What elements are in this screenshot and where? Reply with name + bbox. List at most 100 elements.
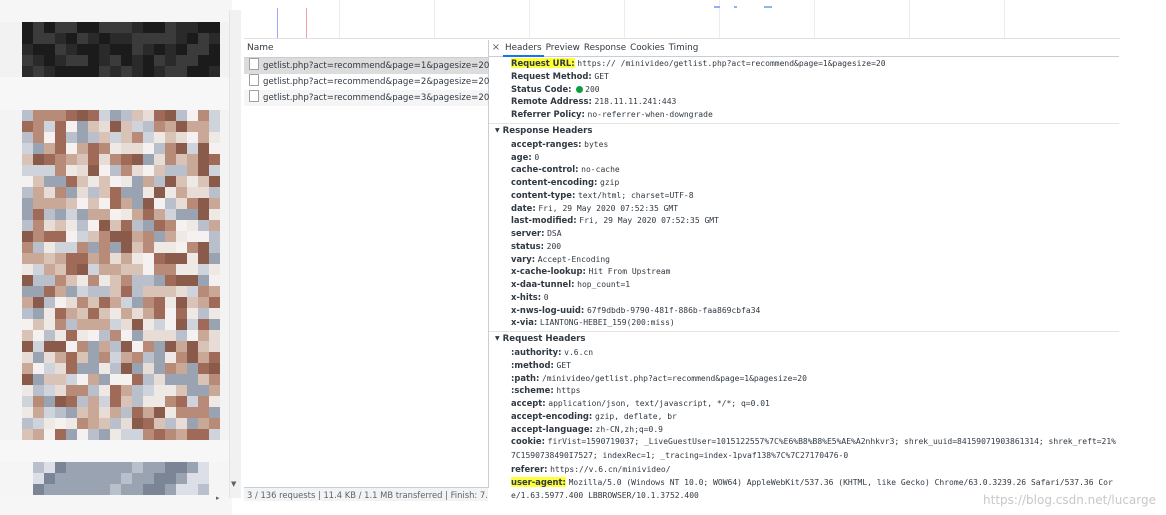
preview-pixel [165,209,176,220]
preview-pixel [154,506,165,515]
preview-pixel [187,275,198,286]
tab-timing[interactable]: Timing [667,40,701,56]
request-row[interactable]: getlist.php?act=recommend&page=3&pagesiz… [244,90,489,106]
preview-pixel [99,66,110,77]
preview-pixel [77,121,88,132]
preview-pixel [132,429,143,440]
header-row: accept-language: zh-CN,zh;q=0.9 [489,423,1119,436]
preview-pixel [132,451,143,462]
preview-pixel [110,275,121,286]
preview-pixel [165,55,176,66]
preview-pixel [66,176,77,187]
preview-pixel [154,33,165,44]
preview-pixel [143,176,154,187]
preview-pixel [187,319,198,330]
preview-pixel [143,385,154,396]
preview-pixel [187,352,198,363]
preview-pixel [209,506,220,515]
preview-pixel [132,473,143,484]
preview-pixel [121,495,132,506]
preview-pixel [198,330,209,341]
tab-headers[interactable]: Headers [503,41,544,57]
preview-pixel [176,363,187,374]
preview-pixel [88,374,99,385]
preview-pixel [77,319,88,330]
preview-pixel [154,121,165,132]
preview-pixel [165,44,176,55]
preview-pixel [132,462,143,473]
expand-arrow-icon[interactable]: ▸ [216,494,220,502]
preview-pixel [154,308,165,319]
preview-pixel [77,495,88,506]
preview-pixel [88,341,99,352]
preview-pixel [143,330,154,341]
preview-pixel [33,506,44,515]
preview-pixel [187,11,198,22]
preview-pixel [44,363,55,374]
preview-pixel [143,165,154,176]
preview-pixel [165,473,176,484]
general-request-method: Request Method: GET [489,70,1119,83]
preview-pixel [165,22,176,33]
scroll-down-arrow-icon[interactable]: ▼ [231,481,236,488]
preview-pixel [154,374,165,385]
timeline-request-bar [714,6,720,8]
preview-pixel [187,451,198,462]
preview-pixel [198,121,209,132]
tab-response[interactable]: Response [582,40,628,56]
request-name: getlist.php?act=recommend&page=2&pagesiz… [263,77,490,87]
tab-preview[interactable]: Preview [544,40,582,56]
preview-pixel [55,132,66,143]
preview-pixel [22,429,33,440]
header-value: LIANTONG-HEBEI_159(200:miss) [539,318,675,328]
request-row[interactable]: getlist.php?act=recommend&page=1&pagesiz… [244,58,489,74]
header-value: Fri, 29 May 2020 07:52:35 GMT [579,216,719,226]
preview-pixel [198,253,209,264]
preview-pixel [121,385,132,396]
request-row[interactable]: getlist.php?act=recommend&page=2&pagesiz… [244,74,490,90]
preview-pixel [22,385,33,396]
preview-pixel [11,209,22,220]
preview-pixel [77,187,88,198]
preview-pixel [33,88,44,99]
name-column-header[interactable]: Name [244,40,488,58]
preview-pixel [77,66,88,77]
preview-pixel [33,22,44,33]
preview-pixel [0,242,11,253]
preview-pixel [187,55,198,66]
preview-pixel [11,88,22,99]
preview-pixel [0,264,11,275]
tab-cookies[interactable]: Cookies [628,40,666,56]
preview-pixel [33,418,44,429]
preview-pixel [66,132,77,143]
preview-pixel [99,187,110,198]
preview-pixel [143,11,154,22]
response-headers-section[interactable]: ▼ Response Headers [489,122,1119,138]
preview-pixel [121,121,132,132]
preview-pixel [187,385,198,396]
preview-pixel [198,451,209,462]
preview-pixel [11,110,22,121]
preview-pixel [44,66,55,77]
preview-pixel [143,275,154,286]
preview-pixel [11,407,22,418]
preview-pixel [154,187,165,198]
preview-pixel [33,352,44,363]
close-icon[interactable]: × [489,40,503,56]
request-headers-section[interactable]: ▼ Request Headers [489,331,1119,346]
preview-pixel [143,407,154,418]
preview-pixel [44,462,55,473]
preview-pixel [154,385,165,396]
preview-pixel [55,0,66,11]
preview-pixel [66,462,77,473]
preview-pixel [209,77,220,88]
network-timeline[interactable] [244,0,1120,39]
preview-pixel [77,176,88,187]
preview-pixel [165,220,176,231]
preview-pixel [55,209,66,220]
preview-pixel [99,0,110,11]
preview-scrollbar[interactable]: ▼ ▸ [216,10,241,502]
preview-pixel [99,231,110,242]
preview-pixel [132,374,143,385]
preview-pixel [77,451,88,462]
